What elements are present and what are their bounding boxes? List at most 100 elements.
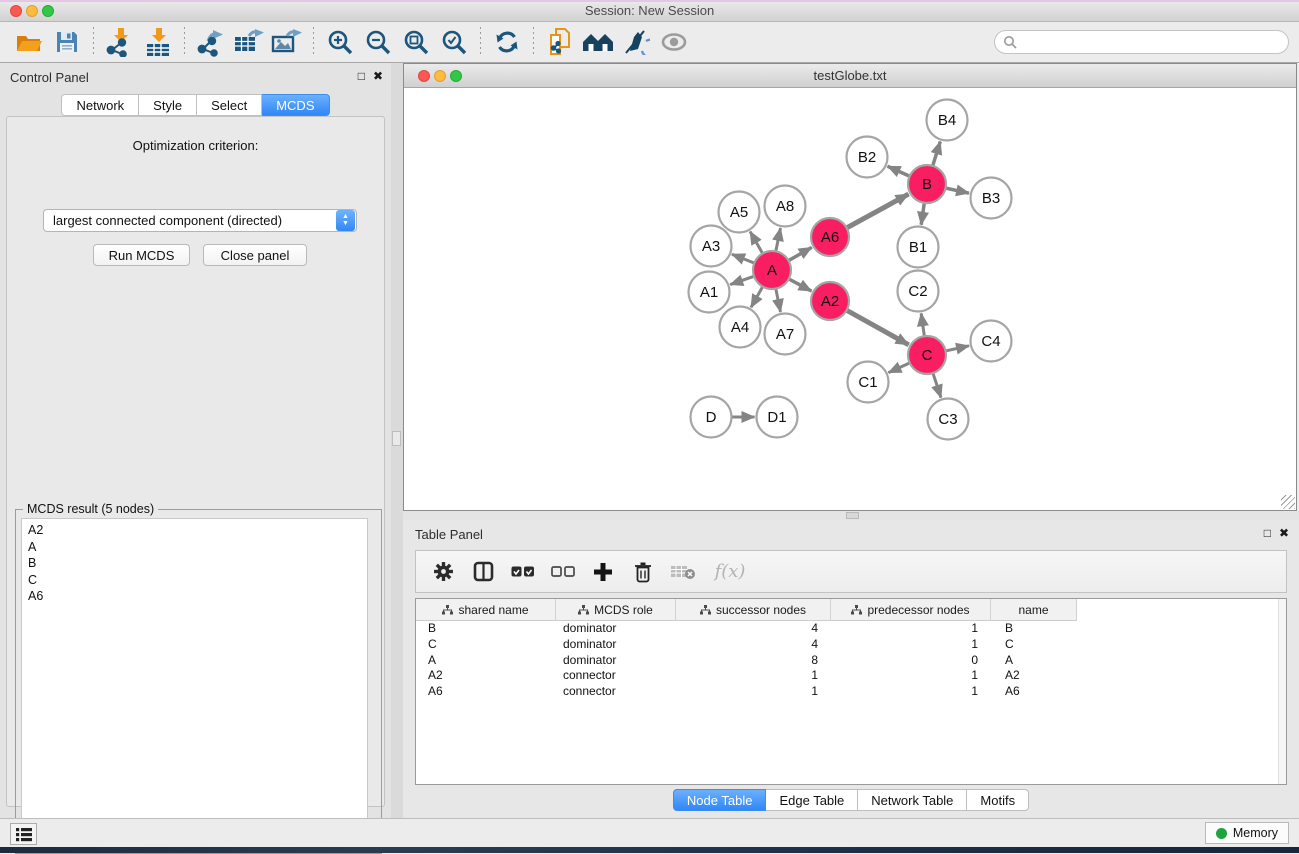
create-column-button[interactable] [590,559,616,585]
graph-node-label: A4 [731,319,749,336]
memory-button[interactable]: Memory [1205,822,1289,844]
graph-node-label: C1 [858,374,877,391]
mcds-result-item[interactable]: B [28,555,367,572]
table-cell: 1 [831,684,991,700]
function-builder-button[interactable]: f(x) [710,559,750,585]
tab-edge-table[interactable]: Edge Table [766,789,858,811]
mcds-result-item[interactable]: A2 [28,522,367,539]
zoom-selected-button[interactable] [435,25,473,59]
show-details-button[interactable] [655,25,693,59]
vertical-splitter[interactable] [391,63,403,818]
first-neighbors-button[interactable] [579,25,617,59]
mcds-result-list[interactable]: A2ABCA6 [21,518,368,848]
zoom-fit-button[interactable] [397,25,435,59]
zoom-out-button[interactable] [359,25,397,59]
table-cell: B [416,621,556,637]
network-canvas[interactable]: B4B2BB3A5A8A6A3B1AA1C2A2A4A7C4CC1DC3D1 [404,88,1296,510]
table-scrollbar[interactable] [1278,599,1286,784]
annotation-pen-button[interactable] [617,25,655,59]
tab-mcds[interactable]: MCDS [262,94,329,116]
window-resize-grip[interactable] [1281,495,1295,509]
table-cell: 1 [831,668,991,684]
open-session-button[interactable] [10,25,48,59]
toolbar-separator [480,27,481,57]
zoom-in-button[interactable] [321,25,359,59]
table-toolbar: f(x) [415,550,1287,593]
table-row[interactable]: Adominator80A [416,653,1286,669]
table-row[interactable]: Cdominator41C [416,637,1286,653]
tab-node-table[interactable]: Node Table [673,789,767,811]
search-icon [1003,35,1018,50]
tab-motifs[interactable]: Motifs [967,789,1029,811]
import-network-button[interactable] [101,25,139,59]
delete-table-button[interactable] [670,559,696,585]
column-header-shared-name[interactable]: shared name [416,599,556,621]
checked-boxes-icon [511,566,535,578]
unchecked-boxes-icon [551,566,575,578]
optimization-criterion-label: Optimization criterion: [7,138,384,153]
table-row[interactable]: Bdominator41B [416,621,1286,637]
zoom-out-icon [365,29,392,56]
mcds-result-item[interactable]: A [28,539,367,556]
control-panel: Control Panel □ ✖ Network Style Select M… [0,63,391,818]
close-panel-icon[interactable]: ✖ [373,69,383,83]
column-header-successor-nodes[interactable]: successor nodes [676,599,831,621]
column-visibility-button[interactable] [470,559,496,585]
save-session-button[interactable] [48,25,86,59]
table-row[interactable]: A2connector11A2 [416,668,1286,684]
graph-node-label: A1 [700,284,718,301]
export-table-button[interactable] [230,25,268,59]
select-all-columns-button[interactable] [510,559,536,585]
search-input[interactable] [1018,32,1288,52]
run-mcds-button[interactable]: Run MCDS [93,244,190,266]
graph-node-label: A6 [821,229,839,246]
import-table-button[interactable] [139,25,177,59]
graph-node-label: B2 [858,149,876,166]
mcds-result-item[interactable]: A6 [28,588,367,605]
table-panel: Table Panel □ ✖ [403,520,1299,818]
graph-node-label: B3 [982,190,1000,207]
toolbar-separator [184,27,185,57]
refresh-icon [494,29,520,55]
export-image-button[interactable] [268,25,306,59]
new-network-from-selection-button[interactable] [541,25,579,59]
mcds-result-item[interactable]: C [28,572,367,589]
network-window-titlebar[interactable]: testGlobe.txt [404,64,1296,88]
pen-toggle-icon [622,29,650,55]
task-history-button[interactable] [10,823,37,845]
hierarchy-icon [700,605,711,615]
tab-style[interactable]: Style [139,94,197,116]
refresh-layout-button[interactable] [488,25,526,59]
unselect-all-columns-button[interactable] [550,559,576,585]
column-header-mcds-role[interactable]: MCDS role [556,599,676,621]
plus-icon [593,562,613,582]
tab-network[interactable]: Network [61,94,139,116]
network-document-icon [546,27,574,57]
mcds-list-scrollbar[interactable] [367,519,368,848]
titlebar-tint [0,0,1299,2]
import-table-icon [143,27,173,57]
criterion-dropdown[interactable]: largest connected component (directed) ▲… [43,209,357,232]
splitter-handle[interactable] [392,431,401,446]
float-panel-icon[interactable]: □ [358,69,365,83]
column-header-name[interactable]: name [991,599,1077,621]
horizontal-splitter[interactable] [403,511,1299,520]
delete-column-button[interactable] [630,559,656,585]
table-cell: A [416,653,556,669]
dropdown-stepper-icon: ▲▼ [336,210,355,231]
column-header-predecessor-nodes[interactable]: predecessor nodes [831,599,991,621]
close-panel-icon[interactable]: ✖ [1279,526,1289,540]
table-cell: B [991,621,1077,637]
gear-icon [433,561,454,582]
node-table: shared name MCDS role successor nodes pr… [415,598,1287,785]
float-panel-icon[interactable]: □ [1264,526,1271,540]
export-network-button[interactable] [192,25,230,59]
table-cell: 4 [676,621,831,637]
tab-network-table[interactable]: Network Table [858,789,967,811]
table-row[interactable]: A6connector11A6 [416,684,1286,700]
search-field[interactable] [994,30,1289,54]
table-settings-button[interactable] [430,559,456,585]
tab-select[interactable]: Select [197,94,262,116]
splitter-handle[interactable] [846,512,859,519]
close-panel-button[interactable]: Close panel [203,244,307,266]
